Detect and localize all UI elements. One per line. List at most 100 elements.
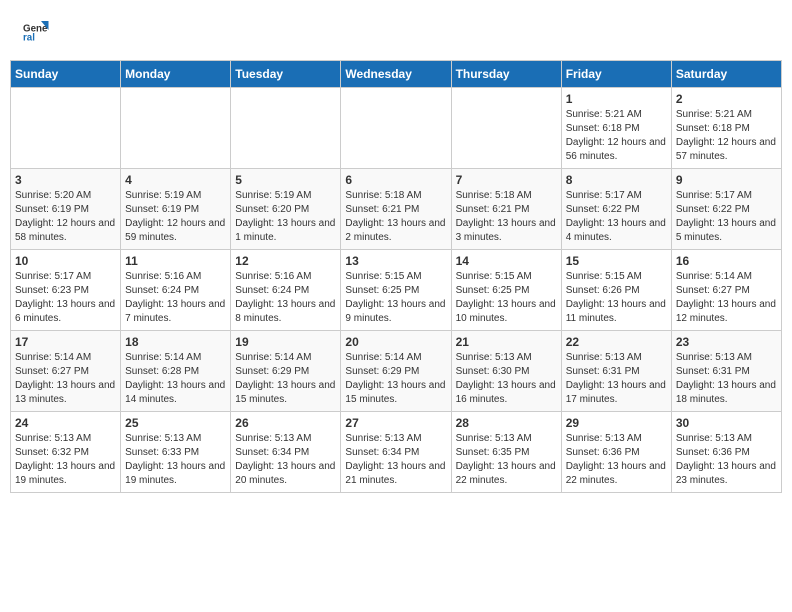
calendar-day-cell: 12 Sunrise: 5:16 AM Sunset: 6:24 PM Dayli…	[231, 250, 341, 331]
day-number: 4	[125, 173, 226, 187]
day-info: Sunrise: 5:13 AM Sunset: 6:30 PM Dayligh…	[456, 351, 557, 407]
calendar-day-cell: 1 Sunrise: 5:21 AM Sunset: 6:18 PM Daylig…	[561, 88, 671, 169]
logo: Gene ral	[20, 15, 54, 45]
day-number: 21	[456, 335, 557, 349]
day-number: 7	[456, 173, 557, 187]
calendar-day-cell: 4 Sunrise: 5:19 AM Sunset: 6:19 PM Daylig…	[121, 169, 231, 250]
day-of-week-header: Wednesday	[341, 61, 451, 88]
calendar-day-cell: 23 Sunrise: 5:13 AM Sunset: 6:31 PM Dayli…	[671, 331, 781, 412]
day-info: Sunrise: 5:13 AM Sunset: 6:36 PM Dayligh…	[676, 432, 777, 488]
day-number: 14	[456, 254, 557, 268]
calendar-week-row: 10 Sunrise: 5:17 AM Sunset: 6:23 PM Dayli…	[11, 250, 782, 331]
day-number: 29	[566, 416, 667, 430]
day-info: Sunrise: 5:17 AM Sunset: 6:23 PM Dayligh…	[15, 270, 116, 326]
day-number: 10	[15, 254, 116, 268]
day-info: Sunrise: 5:13 AM Sunset: 6:31 PM Dayligh…	[566, 351, 667, 407]
calendar-week-row: 24 Sunrise: 5:13 AM Sunset: 6:32 PM Dayli…	[11, 412, 782, 493]
day-info: Sunrise: 5:14 AM Sunset: 6:27 PM Dayligh…	[15, 351, 116, 407]
calendar-day-cell: 28Sunrise: 5:13 AM Sunset: 6:35 PM Dayli…	[451, 412, 561, 493]
page-header: Gene ral	[10, 10, 782, 50]
day-number: 8	[566, 173, 667, 187]
day-number: 17	[15, 335, 116, 349]
day-number: 23	[676, 335, 777, 349]
calendar-day-cell: 5 Sunrise: 5:19 AM Sunset: 6:20 PM Daylig…	[231, 169, 341, 250]
day-info: Sunrise: 5:15 AM Sunset: 6:25 PM Dayligh…	[345, 270, 446, 326]
day-number: 20	[345, 335, 446, 349]
day-info: Sunrise: 5:13 AM Sunset: 6:32 PM Dayligh…	[15, 432, 116, 488]
day-number: 11	[125, 254, 226, 268]
calendar-day-cell	[121, 88, 231, 169]
day-info: Sunrise: 5:13 AM Sunset: 6:36 PM Dayligh…	[566, 432, 667, 488]
day-of-week-header: Thursday	[451, 61, 561, 88]
day-number: 24	[15, 416, 116, 430]
day-number: 26	[235, 416, 336, 430]
calendar-day-cell: 2 Sunrise: 5:21 AM Sunset: 6:18 PM Daylig…	[671, 88, 781, 169]
calendar-day-cell: 6 Sunrise: 5:18 AM Sunset: 6:21 PM Daylig…	[341, 169, 451, 250]
day-number: 22	[566, 335, 667, 349]
day-info: Sunrise: 5:13 AM Sunset: 6:34 PM Dayligh…	[235, 432, 336, 488]
day-info: Sunrise: 5:14 AM Sunset: 6:29 PM Dayligh…	[345, 351, 446, 407]
day-info: Sunrise: 5:14 AM Sunset: 6:29 PM Dayligh…	[235, 351, 336, 407]
day-info: Sunrise: 5:19 AM Sunset: 6:19 PM Dayligh…	[125, 189, 226, 245]
day-number: 15	[566, 254, 667, 268]
day-number: 30	[676, 416, 777, 430]
day-number: 9	[676, 173, 777, 187]
day-info: Sunrise: 5:17 AM Sunset: 6:22 PM Dayligh…	[566, 189, 667, 245]
calendar-day-cell: 27Sunrise: 5:13 AM Sunset: 6:34 PM Dayli…	[341, 412, 451, 493]
calendar-day-cell: 15 Sunrise: 5:15 AM Sunset: 6:26 PM Dayli…	[561, 250, 671, 331]
day-info: Sunrise: 5:21 AM Sunset: 6:18 PM Dayligh…	[566, 108, 667, 164]
day-info: Sunrise: 5:14 AM Sunset: 6:28 PM Dayligh…	[125, 351, 226, 407]
day-of-week-header: Monday	[121, 61, 231, 88]
day-info: Sunrise: 5:18 AM Sunset: 6:21 PM Dayligh…	[456, 189, 557, 245]
calendar-day-cell: 3 Sunrise: 5:20 AM Sunset: 6:19 PM Daylig…	[11, 169, 121, 250]
day-number: 12	[235, 254, 336, 268]
day-of-week-header: Tuesday	[231, 61, 341, 88]
calendar-day-cell: 18Sunrise: 5:14 AM Sunset: 6:28 PM Dayli…	[121, 331, 231, 412]
day-of-week-header: Friday	[561, 61, 671, 88]
svg-text:ral: ral	[23, 33, 35, 44]
logo-icon: Gene ral	[20, 15, 50, 45]
day-info: Sunrise: 5:19 AM Sunset: 6:20 PM Dayligh…	[235, 189, 336, 245]
day-info: Sunrise: 5:14 AM Sunset: 6:27 PM Dayligh…	[676, 270, 777, 326]
day-number: 19	[235, 335, 336, 349]
calendar-day-cell: 13Sunrise: 5:15 AM Sunset: 6:25 PM Dayli…	[341, 250, 451, 331]
calendar-day-cell	[341, 88, 451, 169]
day-number: 2	[676, 92, 777, 106]
days-of-week-row: SundayMondayTuesdayWednesdayThursdayFrid…	[11, 61, 782, 88]
day-info: Sunrise: 5:13 AM Sunset: 6:31 PM Dayligh…	[676, 351, 777, 407]
day-info: Sunrise: 5:20 AM Sunset: 6:19 PM Dayligh…	[15, 189, 116, 245]
calendar-header: SundayMondayTuesdayWednesdayThursdayFrid…	[11, 61, 782, 88]
day-info: Sunrise: 5:21 AM Sunset: 6:18 PM Dayligh…	[676, 108, 777, 164]
day-info: Sunrise: 5:13 AM Sunset: 6:33 PM Dayligh…	[125, 432, 226, 488]
day-number: 6	[345, 173, 446, 187]
calendar-table: SundayMondayTuesdayWednesdayThursdayFrid…	[10, 60, 782, 493]
day-number: 5	[235, 173, 336, 187]
day-info: Sunrise: 5:15 AM Sunset: 6:26 PM Dayligh…	[566, 270, 667, 326]
day-info: Sunrise: 5:17 AM Sunset: 6:22 PM Dayligh…	[676, 189, 777, 245]
calendar-day-cell: 25Sunrise: 5:13 AM Sunset: 6:33 PM Dayli…	[121, 412, 231, 493]
day-of-week-header: Sunday	[11, 61, 121, 88]
day-number: 28	[456, 416, 557, 430]
day-info: Sunrise: 5:16 AM Sunset: 6:24 PM Dayligh…	[235, 270, 336, 326]
calendar-week-row: 1 Sunrise: 5:21 AM Sunset: 6:18 PM Daylig…	[11, 88, 782, 169]
day-info: Sunrise: 5:15 AM Sunset: 6:25 PM Dayligh…	[456, 270, 557, 326]
day-info: Sunrise: 5:16 AM Sunset: 6:24 PM Dayligh…	[125, 270, 226, 326]
calendar-day-cell: 29 Sunrise: 5:13 AM Sunset: 6:36 PM Dayli…	[561, 412, 671, 493]
calendar-week-row: 17 Sunrise: 5:14 AM Sunset: 6:27 PM Dayli…	[11, 331, 782, 412]
day-info: Sunrise: 5:18 AM Sunset: 6:21 PM Dayligh…	[345, 189, 446, 245]
day-number: 3	[15, 173, 116, 187]
calendar-day-cell: 26 Sunrise: 5:13 AM Sunset: 6:34 PM Dayli…	[231, 412, 341, 493]
calendar-body: 1 Sunrise: 5:21 AM Sunset: 6:18 PM Daylig…	[11, 88, 782, 493]
calendar-day-cell: 7 Sunrise: 5:18 AM Sunset: 6:21 PM Daylig…	[451, 169, 561, 250]
calendar-day-cell: 19 Sunrise: 5:14 AM Sunset: 6:29 PM Dayli…	[231, 331, 341, 412]
day-number: 1	[566, 92, 667, 106]
day-of-week-header: Saturday	[671, 61, 781, 88]
calendar-day-cell: 17 Sunrise: 5:14 AM Sunset: 6:27 PM Dayli…	[11, 331, 121, 412]
calendar-day-cell: 21 Sunrise: 5:13 AM Sunset: 6:30 PM Dayli…	[451, 331, 561, 412]
calendar-day-cell: 8 Sunrise: 5:17 AM Sunset: 6:22 PM Daylig…	[561, 169, 671, 250]
calendar-day-cell	[11, 88, 121, 169]
calendar-day-cell	[451, 88, 561, 169]
day-number: 27	[345, 416, 446, 430]
calendar-day-cell: 22 Sunrise: 5:13 AM Sunset: 6:31 PM Dayli…	[561, 331, 671, 412]
calendar-day-cell: 24 Sunrise: 5:13 AM Sunset: 6:32 PM Dayli…	[11, 412, 121, 493]
